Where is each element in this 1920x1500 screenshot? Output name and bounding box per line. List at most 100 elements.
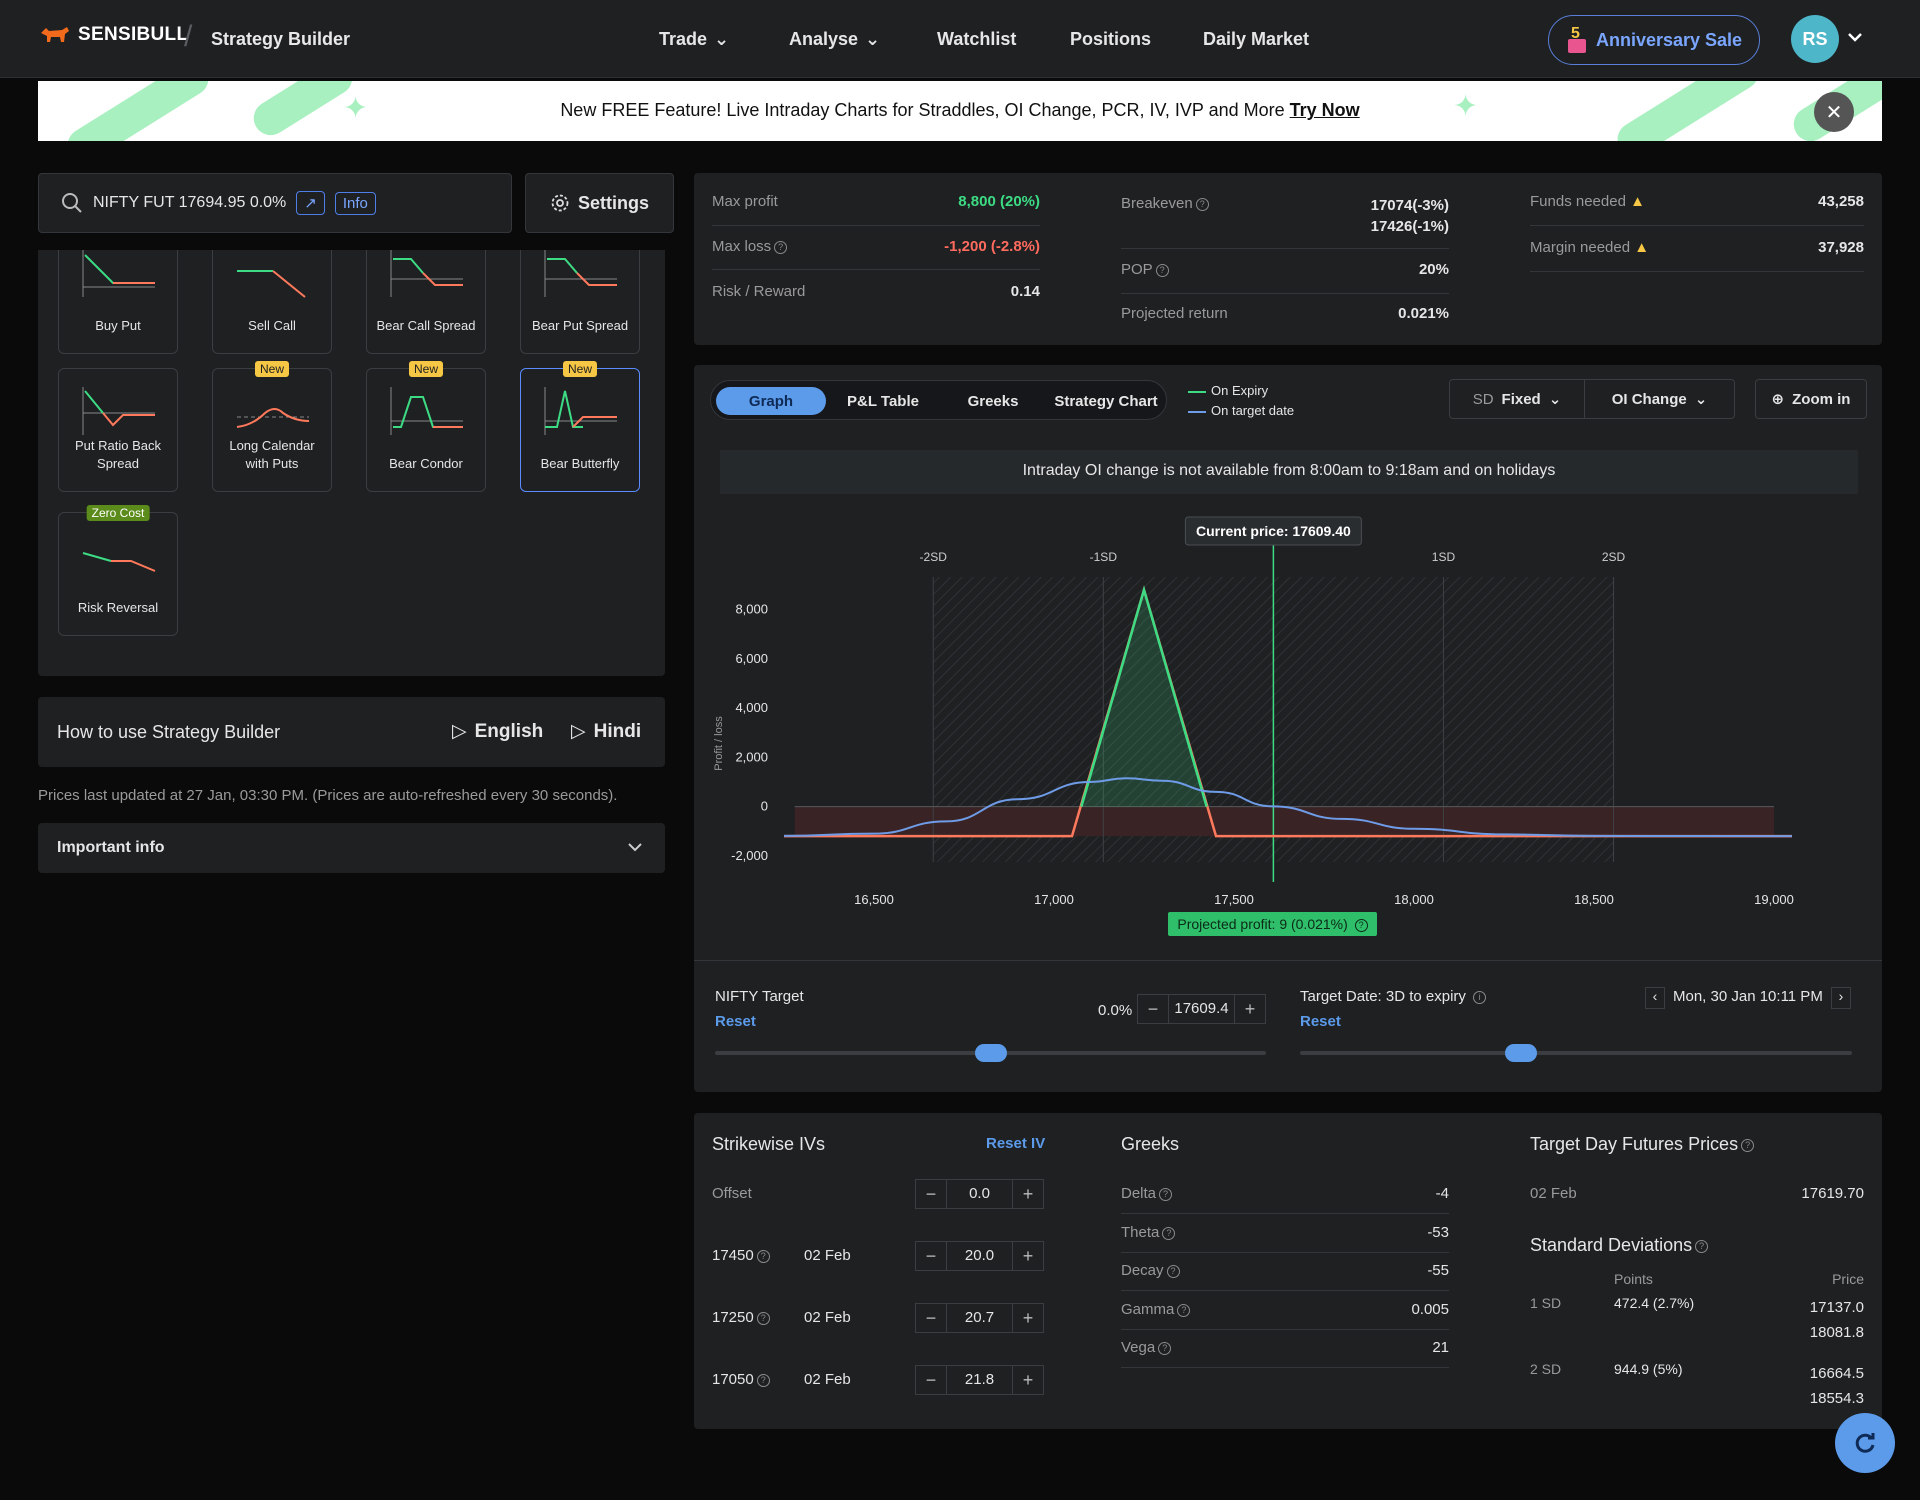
offset-stepper[interactable]: −0.0 +	[915, 1179, 1044, 1209]
plus-icon: +	[1022, 1369, 1034, 1390]
avatar[interactable]: RS	[1791, 15, 1839, 63]
x-tick-label: 19,000	[1754, 892, 1794, 907]
new-badge: New	[254, 361, 290, 377]
tab-greeks[interactable]: Greeks	[943, 387, 1043, 415]
y-tick-label: 2,000	[735, 749, 768, 764]
info-button[interactable]: Info	[334, 191, 376, 215]
how-to-use-panel: How to use Strategy Builder ▷ English ▷ Hi…	[38, 697, 665, 767]
minus-icon: −	[925, 1245, 937, 1266]
slider-handle[interactable]	[974, 1044, 1007, 1062]
nav-trade[interactable]: Trade ⌄	[659, 29, 729, 50]
payoff-icon	[237, 270, 306, 298]
strategy-card-bear-call-spread[interactable]: Bear Call Spread	[366, 250, 486, 354]
help-icon: ?	[1195, 197, 1209, 211]
zoom-in-button[interactable]: ⊕ Zoom in	[1755, 379, 1867, 419]
payoff-chart[interactable]: -2SD -1SD 1SD 2SD 8,000 6,000 4,000 2,000 0 -2,00…	[694, 505, 1882, 945]
target-slider[interactable]	[715, 1044, 1266, 1062]
reset-iv-button[interactable]: Reset IV	[986, 1135, 1045, 1152]
english-video-button[interactable]: ▷ English	[452, 720, 543, 743]
minus-icon: −	[925, 1369, 937, 1390]
close-icon[interactable]: ✕	[1814, 92, 1854, 132]
decay-value: -55	[1427, 1262, 1449, 1279]
prev-date-button[interactable]: ‹	[1645, 987, 1665, 1009]
view-tabs: Graph P&L Table Greeks Strategy Chart	[710, 380, 1167, 420]
help-icon: ?	[1166, 1264, 1180, 1278]
strategy-card-bear-butterfly[interactable]: New Bear Butterfly	[520, 361, 640, 492]
strategy-card-put-ratio-back-spread[interactable]: Put Ratio Back Spread	[58, 368, 178, 492]
gear-icon	[551, 194, 569, 212]
strategy-card-risk-reversal[interactable]: Zero Cost Risk Reversal	[58, 505, 178, 636]
risk-reward-value: 0.14	[1010, 283, 1040, 300]
plus-icon: +	[1244, 998, 1256, 1019]
y-tick-label: 8,000	[735, 602, 768, 617]
strategy-card-long-calendar-puts[interactable]: New Long Calendar with Puts	[212, 361, 332, 492]
feature-banner: ✦ ✦ New FREE Feature! Live Intraday Char…	[38, 81, 1882, 141]
howto-title: How to use Strategy Builder	[57, 722, 281, 742]
y-tick-label: 4,000	[735, 700, 768, 715]
y-tick-label: 6,000	[735, 651, 768, 666]
try-now-link[interactable]: Try Now	[1290, 100, 1360, 120]
refresh-icon	[1855, 1433, 1875, 1453]
sd-title: Standard Deviations?	[1530, 1235, 1709, 1256]
nav-watchlist[interactable]: Watchlist	[937, 29, 1016, 50]
projected-return-value: 0.021%	[1398, 305, 1449, 322]
iv-stepper[interactable]: −21.8 +	[915, 1365, 1044, 1395]
reset-date-button[interactable]: Reset	[1300, 1013, 1341, 1030]
date-slider[interactable]	[1300, 1044, 1852, 1062]
vega-value: 21	[1432, 1339, 1449, 1356]
minus-icon: −	[925, 1183, 937, 1204]
help-icon: ?	[1158, 1341, 1172, 1355]
target-stepper[interactable]: −17609.4 +	[1137, 994, 1266, 1024]
anniversary-sale-button[interactable]: 5 Anniversary Sale	[1548, 15, 1760, 65]
instrument-search[interactable]: NIFTY FUT 17694.95 0.0% ↗ Info	[38, 173, 512, 233]
x-tick-label: 17,500	[1214, 892, 1254, 907]
tab-graph[interactable]: Graph	[716, 387, 826, 415]
tab-strategy-chart[interactable]: Strategy Chart	[1051, 387, 1161, 415]
new-badge: New	[408, 361, 444, 377]
instrument-label: NIFTY FUT 17694.95 0.0%	[93, 194, 287, 211]
help-icon: ?	[1741, 1138, 1755, 1152]
strategy-card-buy-put[interactable]: Buy Put	[58, 250, 178, 354]
refresh-button[interactable]	[1835, 1413, 1895, 1473]
important-info-accordion[interactable]: Important info	[38, 823, 665, 873]
sd-dropdown[interactable]: SD Fixed ⌄	[1449, 379, 1585, 419]
top-nav: SENSIBULL / Strategy Builder Trade ⌄ Anal…	[0, 0, 1920, 78]
breakeven-1: 17074(-3%)	[1370, 197, 1449, 214]
nav-analyse[interactable]: Analyse ⌄	[789, 29, 880, 50]
strategy-card-bear-put-spread[interactable]: Bear Put Spread	[520, 250, 640, 354]
cake-icon: 5	[1566, 25, 1588, 55]
target-date-label: Target Date: 3D to expiry i	[1300, 988, 1487, 1005]
help-icon: ?	[1159, 1187, 1173, 1201]
slider-handle[interactable]	[1504, 1044, 1537, 1062]
help-icon: ?	[774, 240, 788, 254]
zero-cost-badge: Zero Cost	[86, 505, 150, 521]
target-pct: 0.0%	[1098, 1002, 1133, 1019]
oi-change-dropdown[interactable]: OI Change ⌄	[1584, 379, 1735, 419]
x-tick-label: 18,000	[1394, 892, 1434, 907]
chevron-down-icon[interactable]	[1846, 28, 1864, 46]
futures-price: 17619.70	[1801, 1185, 1864, 1202]
nav-daily-market[interactable]: Daily Market	[1203, 29, 1309, 50]
zoom-icon: ⊕	[1771, 391, 1785, 408]
nav-positions[interactable]: Positions	[1070, 29, 1151, 50]
strategy-card-bear-condor[interactable]: New Bear Condor	[366, 361, 486, 492]
breakeven-2: 17426(-1%)	[1370, 218, 1449, 235]
minus-icon: −	[1147, 998, 1159, 1019]
chart-icon[interactable]: ↗	[296, 191, 325, 215]
settings-button[interactable]: Settings	[525, 173, 674, 233]
sensibull-logo[interactable]: SENSIBULL	[40, 24, 188, 46]
payoff-icon	[236, 408, 310, 428]
iv-stepper[interactable]: −20.0 +	[915, 1241, 1044, 1271]
next-date-button[interactable]: ›	[1831, 987, 1851, 1009]
play-icon: ▷	[571, 721, 586, 742]
iv-stepper[interactable]: −20.7 +	[915, 1303, 1044, 1333]
tab-pnl-table[interactable]: P&L Table	[833, 387, 933, 415]
chevron-down-icon	[628, 843, 642, 852]
reset-target-button[interactable]: Reset	[715, 1013, 756, 1030]
chevron-down-icon: ⌄	[1694, 391, 1708, 408]
strategy-card-sell-call[interactable]: Sell Call	[212, 250, 332, 354]
chevron-down-icon: ⌄	[714, 29, 730, 49]
hindi-video-button[interactable]: ▷ Hindi	[571, 720, 641, 743]
section-title: Strategy Builder	[211, 29, 351, 49]
chart-legend: On Expiry On target date	[1188, 381, 1294, 421]
